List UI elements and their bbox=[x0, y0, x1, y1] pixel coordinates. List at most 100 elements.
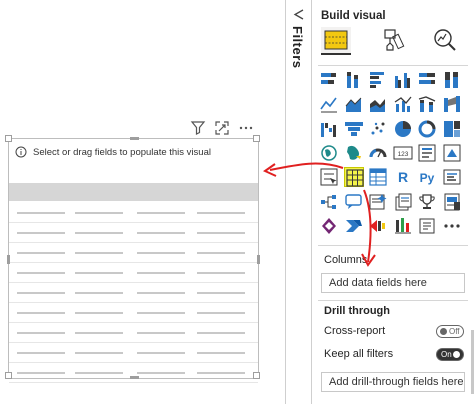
arrow-head-left bbox=[262, 163, 277, 177]
treemap-icon bbox=[443, 120, 460, 137]
visual-type-card[interactable]: 123 bbox=[393, 143, 413, 163]
resize-handle-top-left[interactable] bbox=[5, 135, 12, 142]
cell-placeholder bbox=[197, 252, 245, 254]
power-apps-icon bbox=[322, 217, 336, 234]
visual-type-clustered-bar[interactable] bbox=[368, 70, 388, 90]
visual-type-filled-map[interactable] bbox=[344, 143, 364, 163]
format-visual-tab[interactable] bbox=[377, 27, 407, 55]
smart-narrative-icon bbox=[369, 193, 387, 209]
visual-type-kpi[interactable] bbox=[442, 143, 462, 163]
r-visual-icon: R bbox=[397, 169, 407, 185]
visual-type-ribbon[interactable] bbox=[442, 94, 462, 114]
visual-type-gauge[interactable] bbox=[368, 143, 388, 163]
card-icon: 123 bbox=[393, 146, 412, 160]
resize-handle-bottom[interactable] bbox=[130, 376, 139, 379]
cell-placeholder bbox=[197, 232, 245, 234]
expand-filters-icon[interactable] bbox=[292, 9, 305, 20]
cell-placeholder bbox=[137, 212, 185, 214]
resize-handle-bottom-left[interactable] bbox=[5, 372, 12, 379]
more-options-icon[interactable] bbox=[238, 120, 254, 136]
visual-type-decomposition-tree[interactable] bbox=[319, 192, 339, 212]
cross-report-toggle[interactable]: Off bbox=[436, 325, 464, 338]
cell-placeholder bbox=[75, 312, 123, 314]
pane-title: Build visual bbox=[321, 10, 386, 22]
columns-drop-zone[interactable]: Add data fields here bbox=[321, 273, 465, 293]
stacked-column-icon bbox=[346, 72, 358, 88]
decomposition-tree-icon bbox=[321, 194, 336, 209]
table-visual[interactable]: Select or drag fields to populate this v… bbox=[5, 135, 260, 383]
resize-handle-right[interactable] bbox=[257, 255, 260, 264]
visual-type-custom-3[interactable] bbox=[417, 216, 437, 236]
toggle-knob bbox=[453, 351, 460, 358]
visual-type-scatter[interactable] bbox=[368, 119, 388, 139]
visual-type-power-automate[interactable] bbox=[344, 216, 364, 236]
visual-type-clustered-column[interactable] bbox=[393, 70, 413, 90]
power-automate-icon bbox=[345, 219, 362, 232]
cross-report-row: Cross-report Off bbox=[324, 324, 466, 340]
filter-icon[interactable] bbox=[190, 120, 206, 136]
cell-placeholder bbox=[197, 272, 245, 274]
cell-placeholder bbox=[75, 272, 123, 274]
keep-all-filters-row: Keep all filters On bbox=[324, 347, 466, 363]
visual-type-key-influencers[interactable] bbox=[442, 167, 462, 187]
resize-handle-top[interactable] bbox=[130, 137, 139, 140]
resize-handle-bottom-right[interactable] bbox=[253, 372, 260, 379]
visual-type-custom-1[interactable] bbox=[368, 216, 388, 236]
visual-type-stacked-area[interactable] bbox=[368, 94, 388, 114]
stacked-area-icon bbox=[370, 99, 385, 113]
analytics-tab[interactable] bbox=[430, 27, 460, 55]
focus-mode-icon[interactable] bbox=[214, 120, 230, 136]
100-stacked-bar-icon bbox=[419, 73, 435, 84]
visual-type-smart-narrative[interactable] bbox=[368, 192, 388, 212]
visual-type-100-stacked-bar[interactable] bbox=[417, 70, 437, 90]
visual-type-r-visual[interactable]: R bbox=[393, 167, 413, 187]
visual-type-report-page[interactable] bbox=[442, 192, 462, 212]
table-row bbox=[9, 323, 258, 343]
keep-all-filters-toggle[interactable]: On bbox=[436, 348, 464, 361]
visual-type-waterfall[interactable] bbox=[319, 119, 339, 139]
visual-type-multi-row-card[interactable] bbox=[417, 143, 437, 163]
cell-placeholder bbox=[197, 312, 245, 314]
visual-type-table[interactable] bbox=[343, 167, 364, 188]
visual-type-map[interactable] bbox=[319, 143, 339, 163]
hint-row: Select or drag fields to populate this v… bbox=[15, 145, 211, 159]
visual-type-more[interactable] bbox=[442, 216, 462, 236]
visual-type-treemap[interactable] bbox=[442, 119, 462, 139]
table-row bbox=[9, 343, 258, 363]
visual-type-slicer[interactable] bbox=[319, 167, 339, 187]
table-row bbox=[9, 203, 258, 223]
visual-type-pie[interactable] bbox=[393, 119, 413, 139]
visual-type-line[interactable] bbox=[319, 94, 339, 114]
build-visual-tab[interactable] bbox=[321, 27, 351, 55]
visual-type-power-apps[interactable] bbox=[319, 216, 339, 236]
visual-type-trophy[interactable] bbox=[417, 192, 437, 212]
visual-type-stacked-column[interactable] bbox=[344, 70, 364, 90]
visual-type-line-stacked-column[interactable] bbox=[417, 94, 437, 114]
visual-type-matrix[interactable] bbox=[368, 167, 388, 187]
cell-placeholder bbox=[17, 252, 65, 254]
filled-map-icon bbox=[346, 145, 361, 160]
drill-through-drop-zone[interactable]: Add drill-through fields here bbox=[321, 372, 465, 392]
visual-type-python-visual[interactable]: Py bbox=[417, 167, 437, 187]
area-icon bbox=[345, 97, 361, 113]
build-visual-icon bbox=[324, 30, 348, 50]
visual-type-qa[interactable] bbox=[344, 192, 364, 212]
visual-type-100-stacked-column[interactable] bbox=[442, 70, 462, 90]
resize-handle-left[interactable] bbox=[7, 255, 10, 264]
toggle-state-text: On bbox=[441, 350, 452, 359]
visual-type-donut[interactable] bbox=[417, 119, 437, 139]
cell-placeholder bbox=[137, 252, 185, 254]
visual-type-custom-2[interactable] bbox=[393, 216, 413, 236]
visual-type-area[interactable] bbox=[344, 94, 364, 114]
visual-header bbox=[188, 120, 260, 136]
cell-placeholder bbox=[75, 292, 123, 294]
resize-handle-top-right[interactable] bbox=[253, 135, 260, 142]
cell-placeholder bbox=[197, 372, 245, 374]
visual-type-paginated[interactable] bbox=[393, 192, 413, 212]
visual-type-funnel[interactable] bbox=[344, 119, 364, 139]
visual-type-line-clustered-column[interactable] bbox=[393, 94, 413, 114]
filters-pane-collapsed[interactable]: Filters bbox=[285, 0, 312, 404]
analytics-magnifier-icon bbox=[434, 29, 456, 51]
visual-type-stacked-bar[interactable] bbox=[319, 70, 339, 90]
cell-placeholder bbox=[17, 292, 65, 294]
